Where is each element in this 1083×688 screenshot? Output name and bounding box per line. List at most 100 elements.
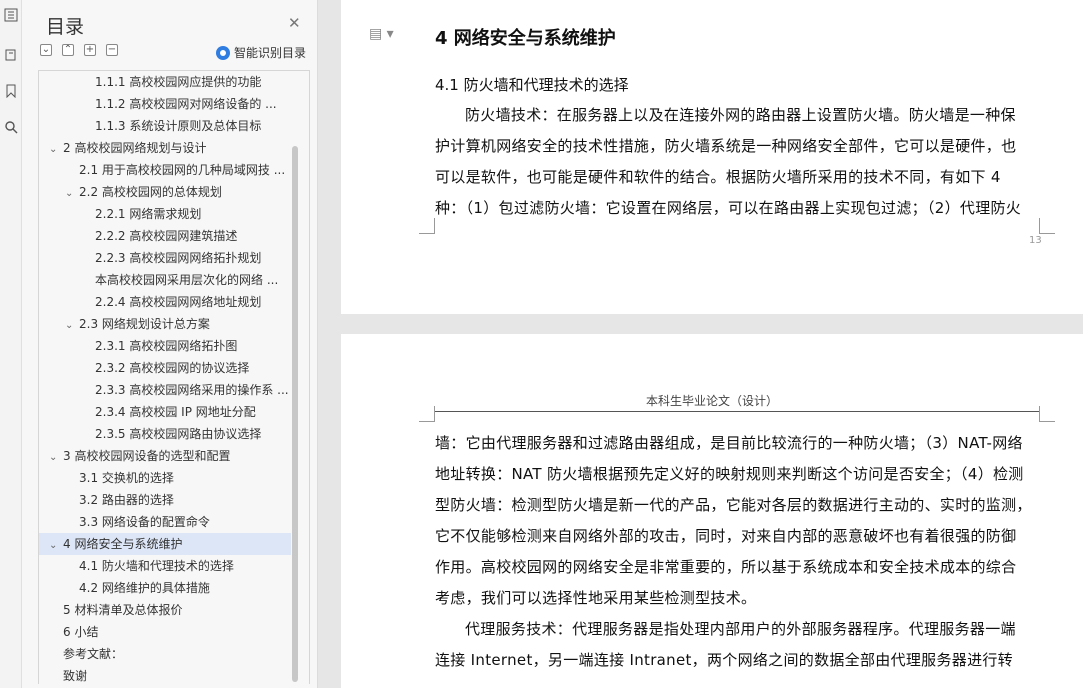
toc-item[interactable]: 5 材料清单及总体报价 bbox=[39, 599, 291, 621]
text-line: 地址转换：NAT 防火墙根据预先定义好的映射规则来判断这个访问是否安全；（4）检… bbox=[435, 465, 1024, 483]
toc-item-label: 3.3 网络设备的配置命令 bbox=[79, 515, 210, 529]
document-page-13: ▤ ▾ 4 网络安全与系统维护 4.1 防火墙和代理技术的选择 防火墙技术：在服… bbox=[341, 0, 1083, 314]
toc-item-label: 2.2.4 高校校园网网络地址规划 bbox=[95, 295, 262, 309]
toc-item[interactable]: ⌄ 4 网络安全与系统维护 bbox=[39, 533, 291, 555]
toc-toolbar: ⌄ ⌃ + − bbox=[40, 44, 118, 56]
toc-item[interactable]: 1.1.1 高校校园网应提供的功能 bbox=[39, 71, 291, 93]
toc-item[interactable]: 1.1.2 高校校园网对网络设备的 ... bbox=[39, 93, 291, 115]
text-line: 考虑，我们可以选择性地采用某些检测型技术。 bbox=[435, 589, 757, 607]
text-line: 防火墙技术：在服务器上以及在连接外网的路由器上设置防火墙。防火墙是一种保 bbox=[465, 106, 1016, 124]
chevron-down-icon[interactable]: ⌄ bbox=[49, 535, 63, 555]
text-line: 护计算机网络安全的技术性措施，防火墙系统是一种网络安全部件，它可以是硬件，也 bbox=[435, 137, 1017, 155]
search-icon[interactable] bbox=[0, 116, 22, 138]
toc-item[interactable]: 参考文献： bbox=[39, 643, 291, 665]
document-icon[interactable]: ▤ ▾ bbox=[369, 26, 394, 42]
toc-item[interactable]: 2.2.1 网络需求规划 bbox=[39, 203, 291, 225]
toc-item[interactable]: 3.1 交换机的选择 bbox=[39, 467, 291, 489]
toc-item-label: 4 网络安全与系统维护 bbox=[63, 537, 183, 551]
page-header: 本科生毕业论文（设计） bbox=[645, 394, 778, 408]
toc-item-label: 2.3.1 高校校园网络拓扑图 bbox=[95, 339, 238, 353]
text-line: 型防火墙：检测型防火墙是新一代的产品，它能对各层的数据进行主动的、实时的监测， bbox=[435, 496, 1032, 514]
toc-item-label: 2.3.4 高校校园 IP 网地址分配 bbox=[95, 405, 256, 419]
toc-item-label: 2.3.5 高校校园网路由协议选择 bbox=[95, 427, 262, 441]
add-heading-button[interactable]: + bbox=[84, 44, 96, 56]
text-line: 墙：它由代理服务器和过滤路由器组成，是目前比较流行的一种防火墙；（3）NAT-网… bbox=[435, 434, 1023, 452]
toc-panel: 目录 ✕ ⌄ ⌃ + − 智能识别目录 1.1.1 高校校园网应提供的功能 1.1… bbox=[22, 0, 318, 688]
chevron-down-icon[interactable]: ⌄ bbox=[49, 139, 63, 159]
toc-title: 目录 bbox=[46, 16, 85, 38]
text-line: 它不仅能够检测来自网络外部的攻击，同时，对来自内部的恶意破坏也有着很强的防御 bbox=[435, 527, 1017, 545]
toc-item-label: 3 高校校园网设备的选型和配置 bbox=[63, 449, 231, 463]
toc-item[interactable]: 4.1 防火墙和代理技术的选择 bbox=[39, 555, 291, 577]
toc-item-label: 2.2.1 网络需求规划 bbox=[95, 207, 202, 221]
toc-item[interactable]: 2.3.5 高校校园网路由协议选择 bbox=[39, 423, 291, 445]
toc-item-label: 2.3.3 高校校园网络采用的操作系 ... bbox=[95, 383, 289, 397]
section-heading: 4 网络安全与系统维护 bbox=[435, 28, 616, 49]
text-line: 代理服务技术：代理服务器是指处理内部用户的外部服务器程序。代理服务器一端 bbox=[465, 620, 1016, 638]
toc-item-label: 3.2 路由器的选择 bbox=[79, 493, 174, 507]
toc-item-label: 1.1.3 系统设计原则及总体目标 bbox=[95, 119, 262, 133]
expand-all-button[interactable]: ⌄ bbox=[40, 44, 52, 56]
toc-item-label: 2.2 高校校园网的总体规划 bbox=[79, 185, 222, 199]
toc-item[interactable]: 1.1.3 系统设计原则及总体目标 bbox=[39, 115, 291, 137]
toc-item-label: 2.3.2 高校校园网的协议选择 bbox=[95, 361, 250, 375]
left-tool-rail bbox=[0, 0, 22, 688]
toc-item[interactable]: 3.2 路由器的选择 bbox=[39, 489, 291, 511]
toc-item-label: 1.1.2 高校校园网对网络设备的 ... bbox=[95, 97, 277, 111]
page-corner-mark bbox=[1039, 406, 1055, 422]
page-corner-mark bbox=[419, 406, 435, 422]
toc-item[interactable]: ⌄ 2.3 网络规划设计总方案 bbox=[39, 313, 291, 335]
toc-item[interactable]: 2.3.2 高校校园网的协议选择 bbox=[39, 357, 291, 379]
page-number: 13 bbox=[1029, 235, 1042, 246]
toc-scrollbar[interactable] bbox=[292, 146, 298, 682]
toc-item[interactable]: 2.3.1 高校校园网络拓扑图 bbox=[39, 335, 291, 357]
toc-item-label: 本高校校园网采用层次化的网络 ... bbox=[95, 273, 279, 287]
page-corner-mark bbox=[419, 218, 435, 234]
toc-item[interactable]: 2.2.3 高校校园网网络拓扑规划 bbox=[39, 247, 291, 269]
smart-toc-button[interactable]: 智能识别目录 bbox=[216, 44, 306, 61]
chapter-nav-icon[interactable] bbox=[0, 44, 22, 66]
toc-item[interactable]: 2.2.2 高校校园网建筑描述 bbox=[39, 225, 291, 247]
toc-item[interactable]: 2.3.3 高校校园网络采用的操作系 ... bbox=[39, 379, 291, 401]
toc-item-label: 2.2.3 高校校园网网络拓扑规划 bbox=[95, 251, 262, 265]
toc-item-label: 致谢 bbox=[63, 669, 88, 683]
close-icon[interactable]: ✕ bbox=[288, 14, 301, 32]
header-rule bbox=[435, 411, 1039, 412]
toc-item-label: 1.1.1 高校校园网应提供的功能 bbox=[95, 75, 262, 89]
document-area: ▤ ▾ 4 网络安全与系统维护 4.1 防火墙和代理技术的选择 防火墙技术：在服… bbox=[318, 0, 1083, 688]
toc-item[interactable]: 本高校校园网采用层次化的网络 ... bbox=[39, 269, 291, 291]
toc-item-label: 5 材料清单及总体报价 bbox=[63, 603, 183, 617]
smart-toc-label: 智能识别目录 bbox=[234, 46, 307, 60]
toc-item[interactable]: ⌄ 2 高校校园网络规划与设计 bbox=[39, 137, 291, 159]
collapse-all-button[interactable]: ⌃ bbox=[62, 44, 74, 56]
chevron-down-icon[interactable]: ⌄ bbox=[65, 315, 79, 335]
page-corner-mark bbox=[1039, 218, 1055, 234]
remove-heading-button[interactable]: − bbox=[106, 44, 118, 56]
chevron-down-icon[interactable]: ⌄ bbox=[65, 183, 79, 203]
toc-item[interactable]: 2.3.4 高校校园 IP 网地址分配 bbox=[39, 401, 291, 423]
bookmark-icon[interactable] bbox=[0, 80, 22, 102]
toc-icon[interactable] bbox=[0, 4, 22, 26]
toc-item[interactable]: 4.2 网络维护的具体措施 bbox=[39, 577, 291, 599]
subsection-heading: 4.1 防火墙和代理技术的选择 bbox=[435, 76, 629, 94]
toc-item[interactable]: 致谢 bbox=[39, 665, 291, 684]
toc-item[interactable]: 6 小结 bbox=[39, 621, 291, 643]
toc-item[interactable]: ⌄ 3 高校校园网设备的选型和配置 bbox=[39, 445, 291, 467]
toc-item-label: 4.2 网络维护的具体措施 bbox=[79, 581, 210, 595]
toc-item[interactable]: 2.1 用于高校校园网的几种局域网技 ... bbox=[39, 159, 291, 181]
document-page-14: 本科生毕业论文（设计） 墙：它由代理服务器和过滤路由器组成，是目前比较流行的一种… bbox=[341, 334, 1083, 688]
toc-item-label: 4.1 防火墙和代理技术的选择 bbox=[79, 559, 234, 573]
toc-item[interactable]: 2.2.4 高校校园网网络地址规划 bbox=[39, 291, 291, 313]
chevron-down-icon[interactable]: ⌄ bbox=[49, 447, 63, 467]
toc-item[interactable]: 3.3 网络设备的配置命令 bbox=[39, 511, 291, 533]
body-paragraph: 防火墙技术：在服务器上以及在连接外网的路由器上设置防火墙。防火墙是一种保 护计算… bbox=[435, 100, 1039, 224]
text-line: 连接 Internet，另一端连接 Intranet，两个网络之间的数据全部由代… bbox=[435, 651, 1013, 669]
body-paragraph: 墙：它由代理服务器和过滤路由器组成，是目前比较流行的一种防火墙；（3）NAT-网… bbox=[435, 428, 1039, 676]
toc-list: 1.1.1 高校校园网应提供的功能 1.1.2 高校校园网对网络设备的 ... 1.… bbox=[38, 70, 310, 684]
toc-item-label: 2.3 网络规划设计总方案 bbox=[79, 317, 210, 331]
toc-item[interactable]: ⌄ 2.2 高校校园网的总体规划 bbox=[39, 181, 291, 203]
toc-item-label: 参考文献： bbox=[63, 647, 124, 661]
text-line: 作用。高校校园网的网络安全是非常重要的，所以基于系统成本和安全技术成本的综合 bbox=[435, 558, 1017, 576]
toc-item-label: 6 小结 bbox=[63, 625, 99, 639]
toc-item-label: 2.2.2 高校校园网建筑描述 bbox=[95, 229, 238, 243]
